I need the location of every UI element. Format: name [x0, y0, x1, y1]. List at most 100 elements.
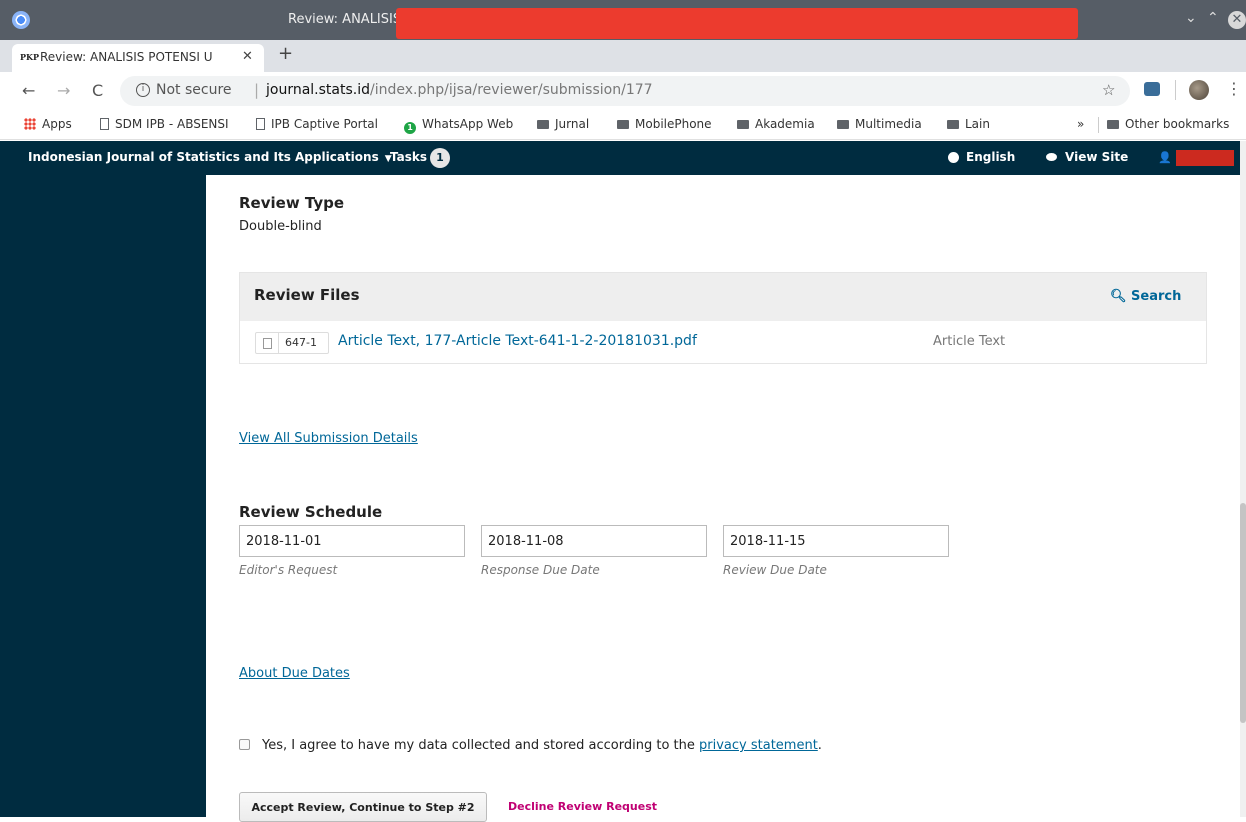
bookmark-label: Apps: [42, 117, 72, 131]
consent-end: .: [817, 738, 822, 753]
review-due-date[interactable]: [723, 525, 949, 557]
bookmark-jurnal[interactable]: Jurnal: [537, 117, 589, 131]
response-due-label: Response Due Date: [481, 563, 600, 577]
folder-icon: [837, 120, 849, 129]
bookmark-label: Jurnal: [555, 117, 590, 131]
bookmark-label: MobilePhone: [635, 117, 712, 131]
bookmark-label: Multimedia: [855, 117, 922, 131]
scrollbar-thumb[interactable]: [1240, 503, 1246, 723]
minimize-icon[interactable]: ⌄: [1185, 10, 1197, 26]
journal-switcher[interactable]: Indonesian Journal of Statistics and Its…: [28, 150, 392, 164]
search-icon: 🔍︎: [1110, 289, 1127, 304]
bookmarks-bar: Apps SDM IPB - ABSENSI IPB Captive Porta…: [0, 110, 1246, 140]
pdf-file-icon: [263, 338, 272, 349]
file-id: 647-1: [278, 333, 323, 353]
review-files-heading: Review Files: [254, 286, 360, 304]
ojs-header: Indonesian Journal of Statistics and Its…: [0, 141, 1246, 175]
menu-kebab-icon[interactable]: ⋮: [1226, 79, 1242, 98]
tab-strip: PKP Review: ANALISIS POTENSI U ✕: [0, 40, 1246, 72]
privacy-consent-checkbox[interactable]: [239, 739, 250, 750]
bookmark-mobilephone[interactable]: MobilePhone: [617, 117, 712, 131]
bookmark-label: WhatsApp Web: [422, 117, 514, 131]
privacy-statement-link[interactable]: privacy statement: [699, 738, 818, 753]
globe-icon: [948, 152, 959, 163]
bookmark-apps[interactable]: Apps: [24, 117, 72, 131]
review-type-heading: Review Type: [239, 194, 345, 212]
bookmark-lain[interactable]: Lain: [947, 117, 990, 131]
browser-tab[interactable]: PKP Review: ANALISIS POTENSI U ✕: [12, 44, 264, 72]
page-scrollbar[interactable]: [1240, 141, 1246, 817]
page-icon: [256, 118, 265, 130]
file-type: Article Text: [933, 334, 1006, 349]
privacy-consent: Yes, I agree to have my data collected a…: [239, 738, 822, 753]
not-secure-label: Not secure: [156, 82, 232, 98]
sidebar: [0, 175, 206, 817]
bookmark-multimedia[interactable]: Multimedia: [837, 117, 922, 131]
chrome-logo-icon: [12, 11, 30, 29]
reload-icon[interactable]: C: [92, 81, 103, 100]
tab-close-icon[interactable]: ✕: [242, 49, 253, 64]
user-icon[interactable]: 👤: [1158, 151, 1172, 164]
bookmark-ipb-captive-portal[interactable]: IPB Captive Portal: [256, 117, 378, 131]
bookmark-akademia[interactable]: Akademia: [737, 117, 815, 131]
new-tab-button[interactable]: +: [278, 43, 293, 64]
language-menu[interactable]: English: [966, 150, 1015, 164]
consent-text: Yes, I agree to have my data collected a…: [262, 738, 700, 753]
window-title-bar: Review: ANALISIS ⌄ ⌃ ✕: [0, 0, 1246, 40]
bookmark-star-icon[interactable]: ☆: [1102, 81, 1115, 99]
review-files-panel: Review Files 🔍︎ Search 647-1 Article Tex…: [239, 272, 1207, 364]
whatsapp-icon: 1: [404, 122, 416, 134]
bookmark-other[interactable]: Other bookmarks: [1107, 117, 1229, 131]
url-host: journal.stats.id/index.php/ijsa/reviewer…: [266, 82, 653, 98]
tasks-count-badge[interactable]: 1: [430, 148, 450, 168]
close-window-icon[interactable]: ✕: [1228, 11, 1246, 29]
review-files-header: Review Files 🔍︎ Search: [240, 273, 1206, 321]
eye-icon: [1046, 153, 1057, 161]
folder-icon: [947, 120, 959, 129]
file-download-link[interactable]: Article Text, 177-Article Text-641-1-2-2…: [338, 333, 697, 349]
file-id-chip: 647-1: [255, 332, 329, 354]
redaction-bar: [396, 8, 1078, 39]
back-arrow-icon[interactable]: ←: [22, 81, 35, 100]
folder-icon: [737, 120, 749, 129]
response-due-date[interactable]: [481, 525, 707, 557]
apps-grid-icon: [24, 118, 36, 130]
tab-label: Review: ANALISIS POTENSI U: [40, 50, 213, 64]
username-redaction: [1176, 150, 1234, 166]
bookmark-sdm-ipb[interactable]: SDM IPB - ABSENSI: [100, 117, 235, 131]
bookmark-label: Lain: [965, 117, 990, 131]
editor-request-date[interactable]: [239, 525, 465, 557]
url-host-text: journal.stats.id: [266, 82, 371, 98]
url-path: /index.php/ijsa/reviewer/submission/177: [370, 82, 653, 98]
maximize-icon[interactable]: ⌃: [1207, 10, 1219, 26]
about-due-dates-link[interactable]: About Due Dates: [239, 666, 350, 681]
view-site-link[interactable]: View Site: [1065, 150, 1128, 164]
page-icon: [100, 118, 109, 130]
bookmarks-divider: [1098, 117, 1099, 133]
window-title: Review: ANALISIS: [288, 12, 402, 27]
search-label: Search: [1131, 289, 1182, 304]
file-row: 647-1 Article Text, 177-Article Text-641…: [240, 321, 1206, 363]
info-icon[interactable]: i: [136, 83, 150, 97]
bookmark-label: IPB Captive Portal: [271, 117, 378, 131]
browser-toolbar: ← → C i Not secure | journal.stats.id/in…: [0, 72, 1246, 110]
journal-name: Indonesian Journal of Statistics and Its…: [28, 150, 379, 164]
files-search-button[interactable]: 🔍︎ Search: [1110, 289, 1181, 304]
profile-avatar[interactable]: [1189, 80, 1209, 100]
bookmark-label: Other bookmarks: [1125, 117, 1230, 131]
editor-request-label: Editor's Request: [239, 563, 338, 577]
bookmarks-overflow-icon[interactable]: »: [1077, 117, 1084, 131]
folder-icon: [1107, 120, 1119, 129]
pkp-favicon-icon: PKP: [20, 52, 39, 62]
forward-arrow-icon[interactable]: →: [57, 81, 70, 100]
folder-icon: [617, 120, 629, 129]
address-bar[interactable]: i Not secure | journal.stats.id/index.ph…: [120, 76, 1130, 106]
accept-review-button[interactable]: Accept Review, Continue to Step #2: [239, 792, 487, 822]
tasks-menu[interactable]: Tasks: [390, 150, 427, 164]
bookmark-label: Akademia: [755, 117, 815, 131]
decline-review-link[interactable]: Decline Review Request: [508, 800, 657, 813]
extension-icon[interactable]: [1144, 82, 1160, 96]
bookmark-label: SDM IPB - ABSENSI: [115, 117, 229, 131]
view-submission-details-link[interactable]: View All Submission Details: [239, 431, 418, 446]
bookmark-whatsapp[interactable]: 1 WhatsApp Web: [404, 117, 513, 134]
